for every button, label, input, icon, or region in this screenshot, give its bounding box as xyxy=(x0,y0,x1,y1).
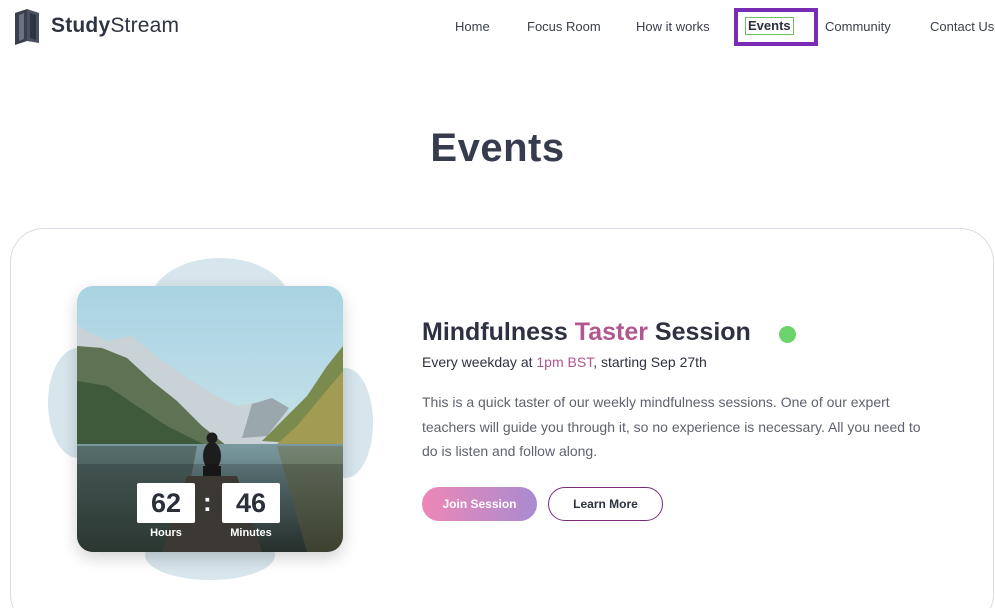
session-schedule: Every weekday at 1pm BST, starting Sep 2… xyxy=(422,354,707,370)
nav-how-it-works[interactable]: How it works xyxy=(636,18,710,36)
page-title: Events xyxy=(430,126,565,170)
main-nav: Home Focus Room How it works Community C… xyxy=(0,18,995,36)
hours-value: 62 xyxy=(137,483,195,523)
session-description: This is a quick taster of our weekly min… xyxy=(422,394,921,459)
join-session-button[interactable]: Join Session xyxy=(422,487,537,521)
timer-separator: : xyxy=(203,487,212,517)
nav-focus-room[interactable]: Focus Room xyxy=(527,18,601,36)
learn-more-button[interactable]: Learn More xyxy=(548,487,663,521)
minutes-value: 46 xyxy=(222,483,280,523)
nav-events[interactable]: Events xyxy=(745,17,794,35)
nav-contact-us[interactable]: Contact Us xyxy=(930,18,994,36)
hours-label: Hours xyxy=(150,527,182,539)
minutes-label: Minutes xyxy=(230,527,272,539)
session-title: Mindfulness Taster Session xyxy=(422,318,751,346)
live-status-icon xyxy=(779,326,796,343)
nav-community[interactable]: Community xyxy=(825,18,891,36)
nav-home[interactable]: Home xyxy=(455,18,490,36)
countdown-timer: 62 : 46 Hours Minutes xyxy=(137,483,282,543)
